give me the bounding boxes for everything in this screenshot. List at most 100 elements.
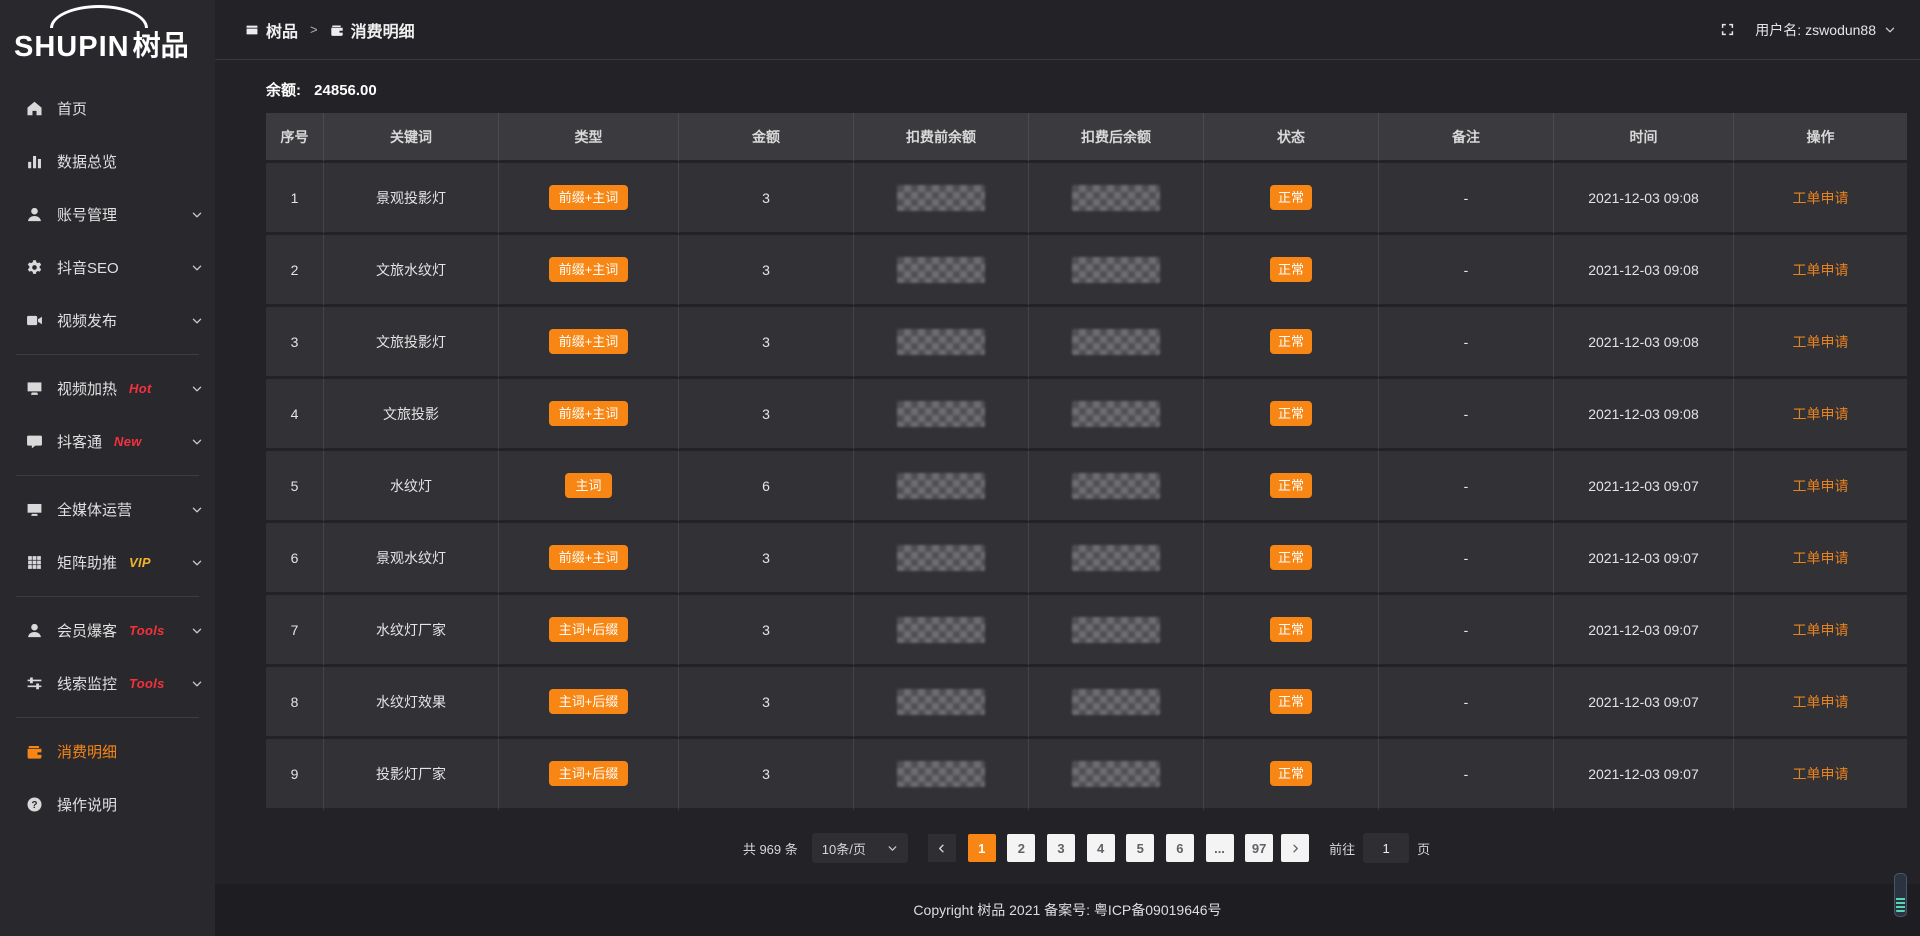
ticket-apply-link[interactable]: 工单申请 [1793,406,1849,422]
cell-keyword: 文旅投影 [324,379,499,451]
sidebar-item-label: 视频发布 [57,310,117,331]
wallet-icon [330,23,344,37]
page-button[interactable]: 5 [1126,834,1154,862]
cell-remark: - [1379,451,1554,523]
user-menu[interactable]: 用户名: zswodun88 [1755,20,1896,40]
sidebar-item-account-manage[interactable]: 账号管理 [0,188,215,241]
cell-time: 2021-12-03 09:08 [1554,235,1734,307]
chevron-down-icon [191,262,203,274]
sidebar-item-operation-guide[interactable]: ? 操作说明 [0,778,215,831]
cell-status: 正常 [1204,163,1379,235]
ticket-apply-link[interactable]: 工单申请 [1793,550,1849,566]
cell-action: 工单申请 [1734,379,1907,451]
logo-arc-icon [50,5,148,28]
type-badge: 主词+后缀 [549,761,629,786]
sidebar-item-expense-detail[interactable]: 消费明细 [0,725,215,778]
sidebar-item-matrix-boost[interactable]: 矩阵助推 VIP [0,536,215,589]
sidebar-item-label: 会员爆客 [57,620,117,641]
page-button[interactable]: 6 [1166,834,1194,862]
page-button[interactable]: 2 [1007,834,1035,862]
cell-action: 工单申请 [1734,451,1907,523]
expense-table: 序号 关键词 类型 金额 扣费前余额 扣费后余额 状态 [266,113,1907,811]
page-size-select[interactable]: 10条/页 [812,833,908,863]
logo-text-en: SHUPIN [14,31,130,64]
page-button[interactable]: 1 [968,834,996,862]
cell-action: 工单申请 [1734,667,1907,739]
breadcrumb-item[interactable]: 消费明细 [330,18,415,42]
ticket-apply-link[interactable]: 工单申请 [1793,694,1849,710]
column-header: 状态 [1204,113,1379,163]
cell-keyword: 水纹灯厂家 [324,595,499,667]
type-badge: 前缀+主词 [549,185,629,210]
page-button[interactable]: 97 [1245,834,1273,862]
cell-type: 主词+后缀 [499,739,679,811]
type-badge: 前缀+主词 [549,329,629,354]
table-row: 3 文旅投影灯 前缀+主词 3 [266,307,1907,379]
chevron-down-icon [1884,24,1896,36]
cell-time: 2021-12-03 09:08 [1554,307,1734,379]
masked-balance [1072,185,1160,211]
masked-balance [1072,545,1160,571]
sidebar-item-media-operation[interactable]: 全媒体运营 [0,483,215,536]
sidebar-item-data-overview[interactable]: 数据总览 [0,135,215,188]
page-button[interactable]: 3 [1047,834,1075,862]
username-label: 用户名: [1755,20,1801,40]
sidebar-item-label: 数据总览 [57,151,117,172]
page-button[interactable]: 4 [1087,834,1115,862]
masked-balance [1072,473,1160,499]
breadcrumb-item[interactable]: 树品 [245,18,298,42]
masked-balance [897,329,985,355]
ticket-apply-link[interactable]: 工单申请 [1793,622,1849,638]
cell-status: 正常 [1204,739,1379,811]
ticket-apply-link[interactable]: 工单申请 [1793,766,1849,782]
window-icon [245,23,259,37]
table-row: 9 投影灯厂家 主词+后缀 3 [266,739,1907,811]
masked-balance [897,185,985,211]
menu-divider [16,354,199,355]
cell-keyword: 景观投影灯 [324,163,499,235]
next-page-button[interactable] [1281,834,1309,862]
topbar-right: 用户名: zswodun88 [1720,20,1896,40]
svg-text:?: ? [31,800,37,811]
cell-pre-balance [854,523,1029,595]
prev-page-button[interactable] [928,834,956,862]
sidebar-menu: 首页 数据总览 账号管理 [0,72,215,831]
sidebar-item-badge: Tools [129,676,165,691]
cell-pre-balance [854,667,1029,739]
sidebar-item-video-heat[interactable]: 视频加热 Hot [0,362,215,415]
cell-remark: - [1379,379,1554,451]
screen-icon [26,380,44,398]
sidebar-item-clue-monitor[interactable]: 线索监控 Tools [0,657,215,710]
cell-remark: - [1379,595,1554,667]
goto-page-input[interactable] [1363,833,1409,863]
cell-time: 2021-12-03 09:07 [1554,451,1734,523]
balance-label: 余额: [266,82,301,99]
fullscreen-icon[interactable] [1720,22,1735,37]
cell-no: 7 [266,595,324,667]
sidebar-item-douketong[interactable]: 抖客通 New [0,415,215,468]
sidebar-item-video-publish[interactable]: 视频发布 [0,294,215,347]
cell-time: 2021-12-03 09:07 [1554,739,1734,811]
sidebar-item-douyin-seo[interactable]: 抖音SEO [0,241,215,294]
cell-remark: - [1379,235,1554,307]
cell-type: 主词 [499,451,679,523]
cell-keyword: 投影灯厂家 [324,739,499,811]
goto-suffix: 页 [1417,839,1430,858]
page-button[interactable]: ... [1206,834,1234,862]
chevron-down-icon [191,678,203,690]
cell-amount: 3 [679,163,854,235]
chat-icon [26,433,44,451]
ticket-apply-link[interactable]: 工单申请 [1793,262,1849,278]
column-header: 金额 [679,113,854,163]
ticket-apply-link[interactable]: 工单申请 [1793,190,1849,206]
sidebar-item-member-baoke[interactable]: 会员爆客 Tools [0,604,215,657]
sidebar-item-home[interactable]: 首页 [0,82,215,135]
ticket-apply-link[interactable]: 工单申请 [1793,478,1849,494]
floating-widget[interactable] [1894,873,1907,917]
balance-value: 24856.00 [314,82,377,99]
ticket-apply-link[interactable]: 工单申请 [1793,334,1849,350]
table-row: 2 文旅水纹灯 前缀+主词 3 [266,235,1907,307]
user-icon [26,622,44,640]
cell-amount: 3 [679,667,854,739]
cell-time: 2021-12-03 09:08 [1554,163,1734,235]
